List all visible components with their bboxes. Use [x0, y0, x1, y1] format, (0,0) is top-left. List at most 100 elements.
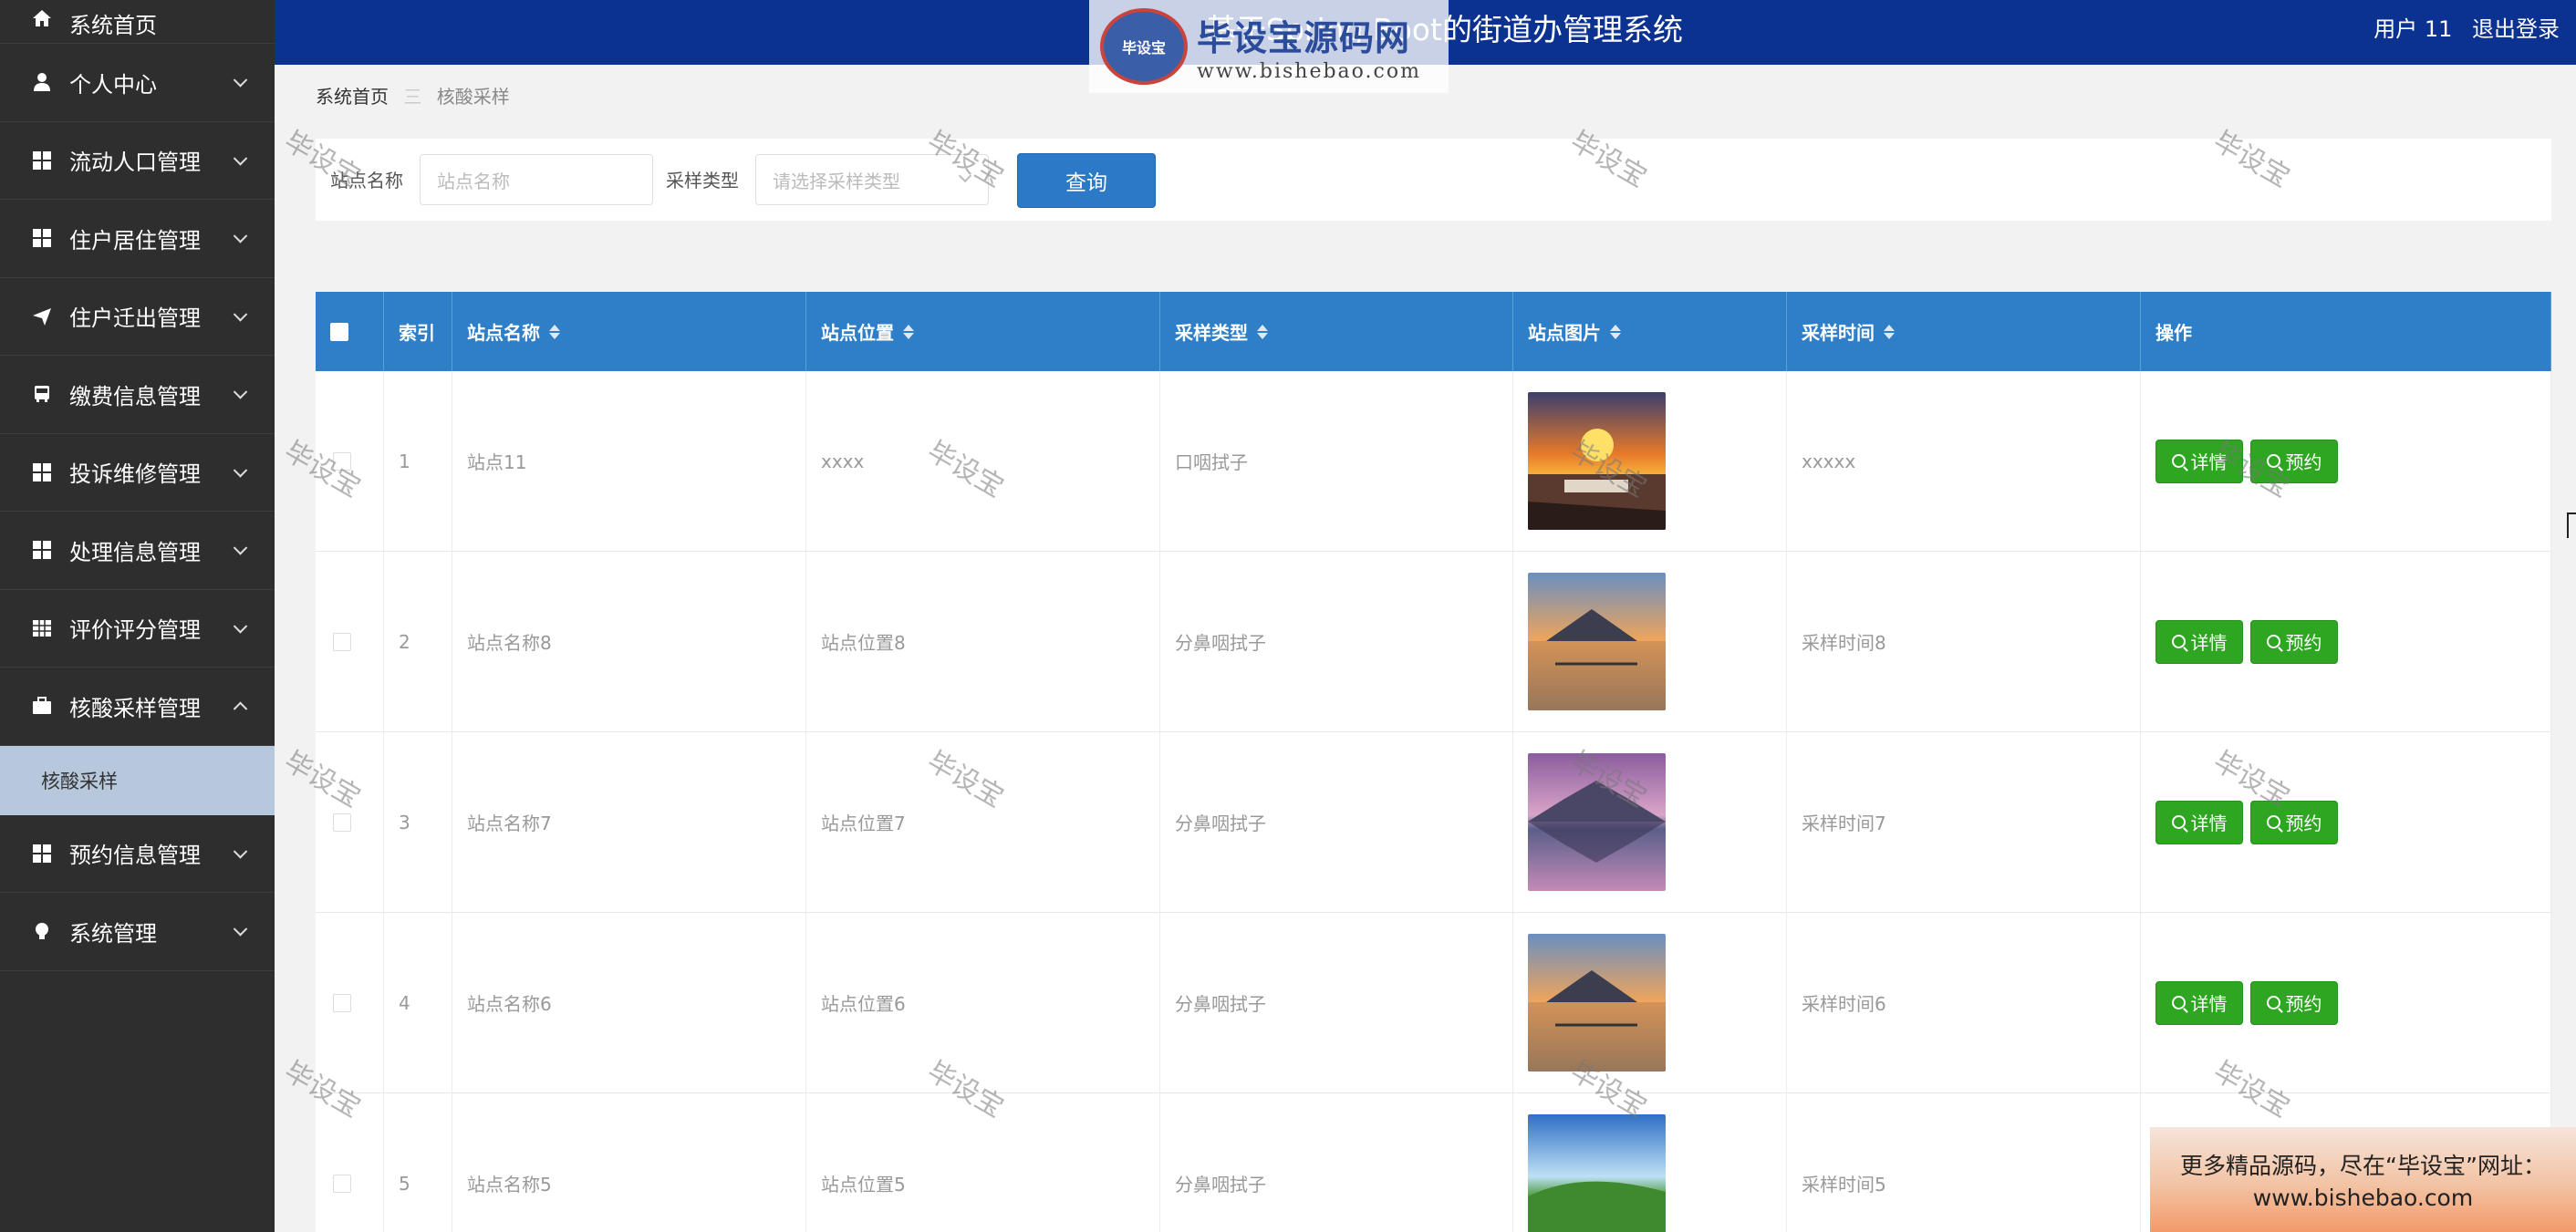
chevron-down-icon: [233, 618, 248, 634]
cell-index: 3: [384, 732, 452, 912]
sidebar-item-label: 处理信息管理: [69, 539, 201, 565]
breadcrumb-current: 核酸采样: [436, 86, 510, 108]
sample-type-label: 采样类型: [666, 170, 739, 192]
sidebar-item-nucleic-sampling[interactable]: 核酸采样管理: [0, 668, 275, 746]
reserve-button[interactable]: 预约: [2250, 439, 2338, 483]
sidebar-item-payment[interactable]: 缴费信息管理: [0, 356, 275, 434]
checkbox-icon[interactable]: [333, 1174, 351, 1193]
sort-icon[interactable]: [1884, 324, 1895, 339]
reserve-button[interactable]: 预约: [2250, 980, 2338, 1025]
detail-button[interactable]: 详情: [2155, 980, 2243, 1025]
header-sample-time[interactable]: 采样时间: [1787, 292, 2141, 371]
station-thumbnail[interactable]: [1528, 573, 1666, 710]
header-sample-type[interactable]: 采样类型: [1160, 292, 1513, 371]
sidebar-item-label: 缴费信息管理: [69, 383, 201, 409]
station-thumbnail[interactable]: [1528, 934, 1666, 1072]
user-area: 用户 11 退出登录: [2361, 11, 2560, 43]
promo-banner[interactable]: 更多精品源码，尽在“毕设宝”网址： www.bishebao.com: [2150, 1127, 2576, 1232]
header-select-all[interactable]: [316, 292, 384, 371]
chevron-up-icon: [233, 701, 248, 717]
detail-button[interactable]: 详情: [2155, 439, 2243, 483]
table-row: 2 站点名称8 站点位置8 分鼻咽拭子 采样时间8 详情 预约: [316, 552, 2551, 732]
home-icon: [31, 7, 53, 29]
header-label: 采样类型: [1175, 322, 1248, 344]
sidebar-item-evaluation[interactable]: 评价评分管理: [0, 590, 275, 668]
sidebar-item-reservation[interactable]: 预约信息管理: [0, 815, 275, 893]
search-icon: [2171, 815, 2186, 829]
station-name-placeholder: 站点名称: [437, 170, 510, 192]
grid-icon: [31, 227, 53, 249]
header-station-name[interactable]: 站点名称: [452, 292, 806, 371]
cell-station-name: 站点名称6: [452, 913, 806, 1092]
station-thumbnail[interactable]: [1528, 392, 1666, 530]
grid-icon: [31, 843, 53, 864]
cell-sample-type: 分鼻咽拭子: [1160, 913, 1513, 1092]
mouse-cursor-icon: [2567, 512, 2576, 538]
station-name-input[interactable]: 站点名称: [420, 154, 653, 205]
sidebar-item-complaint[interactable]: 投诉维修管理: [0, 434, 275, 512]
cell-sample-time: 采样时间5: [1787, 1093, 2141, 1232]
row-select[interactable]: [316, 732, 384, 912]
station-name-label: 站点名称: [330, 170, 403, 192]
data-table: 索引 站点名称 站点位置 采样类型 站点图片 采样时间 操作 1 站点11 xx…: [316, 292, 2551, 1232]
sidebar-item-label: 住户居住管理: [69, 227, 201, 254]
sidebar-item-label: 系统管理: [69, 920, 157, 947]
sidebar-subitem-label: 核酸采样: [41, 770, 118, 792]
row-select[interactable]: [316, 371, 384, 551]
checkbox-icon[interactable]: [333, 813, 351, 832]
checkbox-icon[interactable]: [333, 993, 351, 1012]
cell-sample-type: 口咽拭子: [1160, 371, 1513, 551]
station-thumbnail[interactable]: [1528, 1114, 1666, 1232]
grid-icon: [31, 150, 53, 171]
header-station-image[interactable]: 站点图片: [1513, 292, 1787, 371]
sidebar-item-residence[interactable]: 住户居住管理: [0, 200, 275, 278]
sidebar-item-move-out[interactable]: 住户迁出管理: [0, 278, 275, 356]
search-icon: [2266, 635, 2280, 648]
sidebar-item-floating-population[interactable]: 流动人口管理: [0, 122, 275, 200]
chevron-down-icon: [233, 541, 248, 555]
logout-link[interactable]: 退出登录: [2472, 16, 2560, 42]
chevron-down-icon: [233, 922, 248, 937]
reserve-button[interactable]: 预约: [2250, 619, 2338, 664]
watermark-logo: 毕设宝 毕设宝源码网 www.bishebao.com: [1089, 0, 1449, 93]
cell-index: 2: [384, 552, 452, 731]
row-select[interactable]: [316, 1093, 384, 1232]
row-select[interactable]: [316, 552, 384, 731]
breadcrumb-home[interactable]: 系统首页: [316, 86, 389, 108]
checkbox-icon[interactable]: [330, 322, 348, 341]
detail-button[interactable]: 详情: [2155, 619, 2243, 664]
search-icon: [2171, 996, 2186, 1009]
sort-icon[interactable]: [1610, 324, 1621, 339]
detail-button[interactable]: 详情: [2155, 800, 2243, 844]
sort-icon[interactable]: [903, 324, 914, 339]
row-select[interactable]: [316, 913, 384, 1092]
chevron-down-icon: [233, 462, 248, 478]
query-button[interactable]: 查询: [1017, 153, 1156, 208]
chevron-down-icon: [233, 385, 248, 399]
sort-icon[interactable]: [1257, 324, 1268, 339]
sidebar-item-handling[interactable]: 处理信息管理: [0, 512, 275, 590]
sidebar-item-home[interactable]: 系统首页: [0, 0, 275, 44]
sidebar-item-label: 投诉维修管理: [69, 461, 201, 488]
cell-sample-type: 分鼻咽拭子: [1160, 732, 1513, 912]
reserve-button[interactable]: 预约: [2250, 800, 2338, 844]
sidebar-item-label: 流动人口管理: [69, 150, 201, 176]
detail-button-label: 详情: [2190, 993, 2228, 1015]
header-station-location[interactable]: 站点位置: [806, 292, 1160, 371]
cell-actions: 详情 预约: [2141, 732, 2551, 912]
sidebar-item-system[interactable]: 系统管理: [0, 893, 275, 971]
search-icon: [2266, 815, 2280, 829]
cell-sample-time: xxxxx: [1787, 371, 2141, 551]
sidebar-subitem-nucleic-sampling[interactable]: 核酸采样: [0, 745, 275, 815]
bulb-icon: [31, 920, 53, 942]
sample-type-select[interactable]: 请选择采样类型: [755, 154, 989, 205]
station-thumbnail[interactable]: [1528, 753, 1666, 891]
chevron-down-icon: [233, 844, 248, 859]
checkbox-icon[interactable]: [333, 451, 351, 471]
reserve-button-label: 预约: [2285, 813, 2322, 834]
cell-station-image: [1513, 913, 1787, 1092]
sidebar-item-personal-center[interactable]: 个人中心: [0, 44, 275, 122]
checkbox-icon[interactable]: [333, 632, 351, 651]
promo-url[interactable]: www.bishebao.com: [2253, 1185, 2473, 1211]
sort-icon[interactable]: [549, 324, 560, 339]
